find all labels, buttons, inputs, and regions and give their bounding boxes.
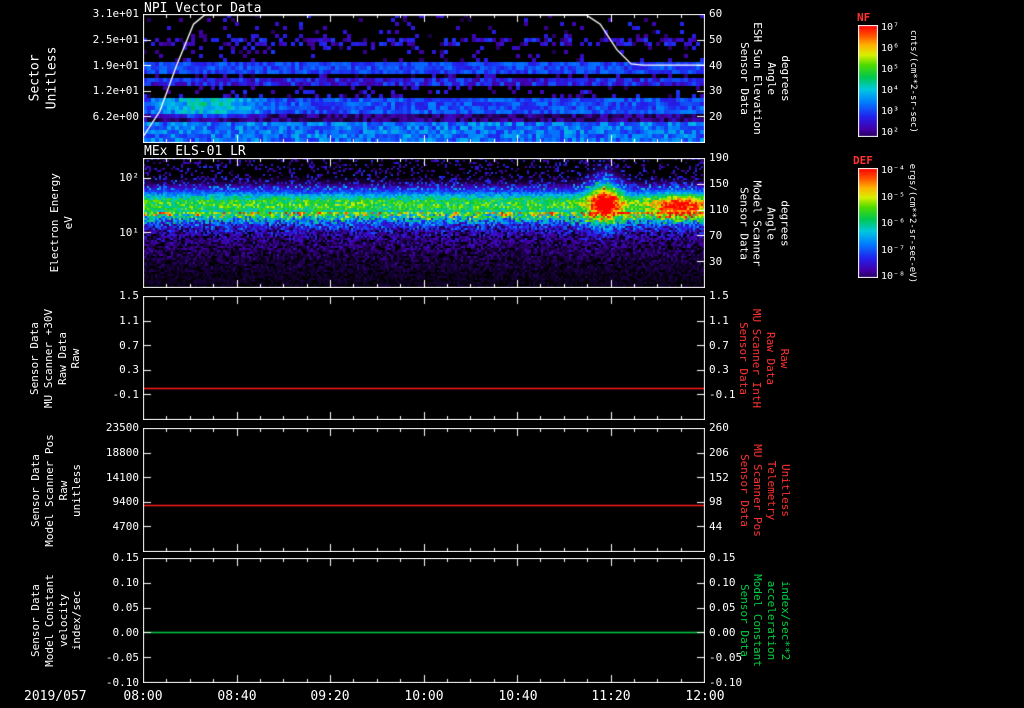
tick-label: 18800 [105, 445, 139, 459]
tick-label: 206 [709, 445, 729, 459]
tick-label: 0.10 [112, 576, 140, 589]
panel1-right-ticks: 60 50 40 30 20 [709, 8, 755, 143]
tick-label: 152 [709, 470, 729, 484]
tick-label: 0.7 [119, 338, 139, 352]
tick-label: 10⁷ [881, 22, 900, 34]
tick-label: 0.00 [709, 626, 736, 639]
tick-label: -0.10 [709, 676, 743, 689]
tick-label: 0.3 [119, 363, 139, 377]
time-tick-1: 08:40 [217, 689, 257, 704]
tick-label: 0.15 [709, 551, 736, 564]
tick-label: 10⁻⁷ [881, 244, 906, 256]
time-tick-2: 09:20 [310, 689, 350, 704]
tick-label: 1.1 [709, 313, 729, 327]
tick-label: 10⁻⁴ [881, 165, 906, 177]
tick-label: 1.5 [709, 289, 729, 302]
time-tick-5: 11:20 [591, 689, 631, 704]
tick-label: 98 [709, 495, 723, 509]
tick-label: 10⁴ [881, 85, 900, 97]
tick-label: 10³ [881, 106, 900, 118]
tick-label: 20 [709, 110, 723, 124]
panel3-left-ticks: 1.5 1.1 0.7 0.3 -0.1 [59, 290, 140, 420]
tick-label: 10⁵ [881, 63, 900, 75]
tick-label: 44 [709, 520, 723, 534]
tick-label: 9400 [112, 495, 140, 509]
tick-label: -0.1 [112, 388, 140, 402]
tick-label: 30 [709, 255, 723, 268]
tick-label: 40 [709, 58, 723, 72]
def-colorbar [858, 168, 878, 278]
time-tick-6: 12:00 [685, 689, 725, 704]
tick-label: 10¹ [119, 226, 139, 239]
def-colorbar-title: DEF [853, 154, 873, 167]
panel2-title: MEx ELS-01 LR [144, 144, 246, 159]
npi-spectrogram-canvas [143, 14, 705, 143]
tick-label: 4700 [112, 520, 140, 534]
panel4-right-ticks: 260 206 152 98 44 [709, 422, 755, 552]
time-tick-4: 10:40 [498, 689, 538, 704]
tick-label: 23500 [105, 421, 139, 434]
tick-label: 1.2e+01 [92, 84, 139, 98]
panel4-left-ticks: 23500 18800 14100 9400 4700 [59, 422, 140, 552]
tick-label: 0.05 [112, 601, 140, 614]
tick-label: 1.9e+01 [92, 58, 139, 72]
tick-label: 0.15 [112, 551, 140, 564]
tick-label: 150 [709, 177, 729, 190]
model-constant-line-panel-canvas [143, 558, 705, 683]
def-colorbar-ticks: 10⁻⁴ 10⁻⁵ 10⁻⁶ 10⁻⁷ 10⁻⁸ [881, 165, 925, 282]
tick-label: 10⁻⁵ [881, 191, 906, 203]
tick-label: 10⁻⁶ [881, 218, 906, 230]
tick-label: 10² [119, 170, 139, 184]
tick-label: 110 [709, 203, 729, 216]
tick-label: 0.05 [709, 601, 736, 614]
tick-label: 1.1 [119, 313, 139, 327]
panel2-right-ticks: 190 150 110 70 30 [709, 152, 755, 288]
tick-label: 260 [709, 421, 729, 434]
date-label: 2019/057 [24, 689, 87, 704]
tick-label: 50 [709, 32, 723, 46]
tick-label: 10² [881, 126, 900, 138]
tick-label: 2.5e+01 [92, 32, 139, 46]
nf-colorbar-title: NF [857, 11, 871, 24]
panel5-right-ticks: 0.15 0.10 0.05 0.00 -0.05 -0.10 [709, 552, 755, 689]
panel1-left-axis-label-text: Sector Unitless [27, 46, 59, 110]
tick-label: 3.1e+01 [92, 7, 139, 20]
panel2-left-ticks: 10² 10¹ [59, 158, 139, 288]
tplot-figure: NPI Vector Data MEx ELS-01 LR 3.1e+01 2.5… [0, 0, 1024, 708]
tick-label: 10⁶ [881, 42, 900, 54]
tick-label: 0.3 [709, 363, 729, 377]
tick-label: 70 [709, 229, 723, 242]
tick-label: 10⁻⁸ [881, 270, 906, 282]
tick-label: 0.7 [709, 338, 729, 352]
mu-scanner-line-panel-canvas [143, 296, 705, 420]
panel3-right-ticks: 1.5 1.1 0.7 0.3 -0.1 [709, 290, 755, 420]
nf-colorbar [858, 25, 878, 137]
els-spectrogram-canvas [143, 158, 705, 288]
tick-label: 60 [709, 7, 723, 20]
tick-label: 14100 [105, 470, 139, 484]
time-tick-0: 08:00 [123, 689, 163, 704]
tick-label: 30 [709, 84, 723, 98]
tick-label: 190 [709, 151, 729, 164]
nf-colorbar-ticks: 10⁷ 10⁶ 10⁵ 10⁴ 10³ 10² [881, 22, 925, 138]
panel1-left-ticks: 3.1e+01 2.5e+01 1.9e+01 1.2e+01 6.2e+00 [59, 8, 139, 143]
tick-label: -0.1 [709, 388, 736, 402]
tick-label: 1.5 [119, 289, 139, 302]
time-tick-3: 10:00 [404, 689, 444, 704]
tick-label: 0.00 [112, 626, 140, 639]
tick-label: 0.10 [709, 576, 736, 589]
tick-label: -0.05 [105, 651, 139, 664]
panel5-left-ticks: 0.15 0.10 0.05 0.00 -0.05 -0.10 [59, 552, 140, 689]
tick-label: 6.2e+00 [92, 110, 139, 124]
tick-label: -0.10 [105, 676, 139, 689]
scanner-pos-line-panel-canvas [143, 428, 705, 552]
tick-label: -0.05 [709, 651, 743, 664]
